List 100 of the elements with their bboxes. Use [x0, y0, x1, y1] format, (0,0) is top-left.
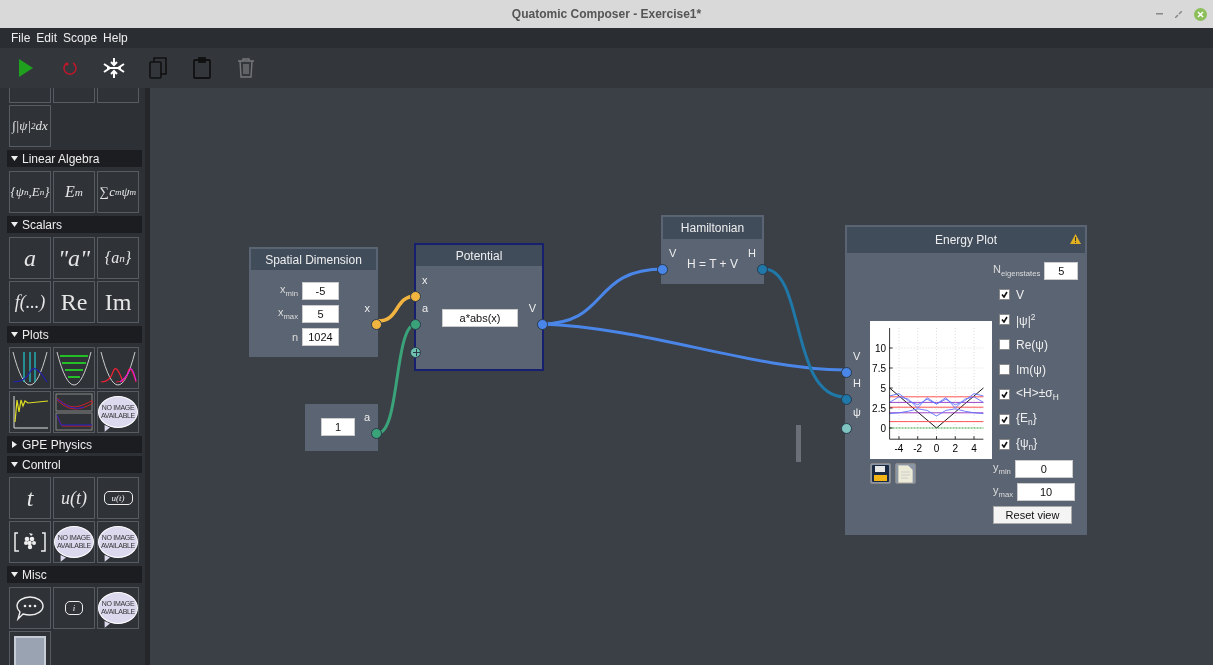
section-header[interactable]: GPE Physics — [7, 436, 142, 453]
vertical-bar — [796, 425, 801, 462]
reset-view-button[interactable]: Reset view — [993, 506, 1072, 524]
port-dot[interactable] — [841, 423, 852, 434]
palette-tile[interactable] — [9, 587, 51, 629]
tick-label: 5 — [880, 382, 886, 394]
input-field[interactable]: 5 — [1044, 262, 1079, 280]
port-dot[interactable] — [410, 319, 421, 330]
square-icon — [14, 636, 46, 665]
option-label: Im(ψ) — [1016, 362, 1046, 377]
clipboard-icon[interactable] — [193, 57, 211, 79]
checkbox[interactable] — [999, 339, 1010, 350]
tick-label: 4 — [971, 443, 977, 454]
port-label: V — [669, 247, 677, 259]
document-icon — [898, 464, 913, 483]
window-title: Quatomic Composer - Exercise1* — [511, 7, 702, 21]
section-header[interactable]: Plots — [7, 326, 142, 343]
tick-label: 7.5 — [872, 362, 886, 374]
input-field[interactable]: -5 — [302, 282, 339, 300]
node-title: Energy Plot — [934, 233, 997, 247]
input-field[interactable]: 1024 — [302, 328, 339, 346]
port-dot[interactable] — [371, 428, 382, 439]
port-label: ψ — [853, 406, 861, 418]
palette-tile[interactable] — [53, 391, 95, 433]
port-dot[interactable] — [410, 291, 421, 302]
field-label: n — [291, 331, 298, 343]
section-header[interactable]: Linear Algebra — [7, 150, 142, 167]
disclosure-icon — [11, 461, 18, 468]
checkbox[interactable] — [999, 314, 1010, 325]
play-icon[interactable] — [19, 59, 33, 77]
port-dot[interactable] — [841, 367, 852, 378]
palette-tile[interactable]: a — [9, 237, 51, 279]
save-button[interactable] — [870, 463, 891, 484]
port-label: V — [853, 350, 861, 362]
maximize-icon[interactable] — [1175, 10, 1182, 18]
input-field[interactable]: 10 — [1017, 483, 1076, 501]
tick-label: -4 — [894, 443, 904, 454]
collapse-icon[interactable] — [103, 58, 125, 78]
palette-tile[interactable]: f(...) — [9, 281, 51, 323]
section-header[interactable]: Control — [7, 456, 142, 473]
loop-label: i — [64, 601, 84, 615]
port-dot[interactable] — [371, 319, 382, 330]
option-label: <H>±σ$_{H}$ — [1016, 386, 1059, 403]
palette-tile[interactable] — [9, 521, 51, 563]
disclosure-icon — [11, 571, 18, 578]
checkbox[interactable] — [999, 439, 1010, 450]
tick-label: 2 — [952, 443, 959, 454]
checkbox[interactable] — [999, 364, 1010, 375]
checkbox[interactable] — [999, 414, 1010, 425]
field-label: N$_{eigenstates}$ — [993, 263, 1041, 279]
menu-item[interactable]: Help — [100, 31, 131, 45]
field-label: y$_{min}$ — [993, 461, 1011, 477]
close-icon[interactable] — [1194, 7, 1207, 21]
section-header[interactable]: Scalars — [7, 216, 142, 233]
tick-label: 10 — [874, 342, 886, 354]
palette-tile[interactable]: u(t) — [97, 477, 139, 519]
port-label: H — [853, 377, 861, 389]
palette-tile[interactable]: Re — [53, 281, 95, 323]
palette-tile[interactable]: u(t) — [53, 477, 95, 519]
node-title: Spatial Dimension — [265, 252, 362, 267]
palette-tile[interactable] — [9, 347, 51, 389]
field-label: x$_{max}$ — [277, 306, 298, 322]
port-dot[interactable] — [537, 319, 548, 330]
reset-icon[interactable] — [63, 61, 77, 75]
disclosure-icon — [11, 155, 18, 162]
menu-item[interactable]: Edit — [33, 31, 61, 45]
palette-tile[interactable]: t — [9, 477, 51, 519]
port-dot[interactable] — [841, 394, 852, 405]
port-label: x — [364, 302, 370, 314]
tick-label: -2 — [913, 443, 923, 454]
palette-tile[interactable]: i — [53, 587, 95, 629]
menu-item[interactable]: Scope — [60, 31, 101, 45]
disclosure-icon — [11, 441, 18, 448]
option-label: {ψ$_{n}$} — [1016, 436, 1038, 453]
palette-tile[interactable] — [9, 391, 51, 433]
input-field[interactable]: 0 — [1014, 460, 1073, 478]
expression-field[interactable]: a*abs(x) — [442, 309, 518, 327]
option-label: {E$_{n}$} — [1016, 411, 1037, 428]
port-label: a — [363, 411, 370, 423]
checkbox[interactable] — [999, 289, 1010, 300]
port-label: a — [422, 302, 429, 314]
formula-text: H = T + V — [686, 257, 739, 271]
port-dot[interactable] — [757, 264, 768, 275]
node-title: Hamiltonian — [680, 221, 745, 235]
palette-tile[interactable]: Im — [97, 281, 139, 323]
input-field[interactable]: 1 — [321, 418, 355, 436]
palette-tile[interactable]: "a" — [53, 237, 95, 279]
palette-tile[interactable] — [97, 347, 139, 389]
field-label: y$_{max}$ — [993, 484, 1014, 500]
option-label: V — [1016, 287, 1024, 302]
port-label: H — [748, 247, 756, 259]
section-header[interactable]: Misc — [7, 566, 142, 583]
checkbox[interactable] — [999, 389, 1010, 400]
port-dot[interactable] — [657, 264, 668, 275]
menu-item[interactable]: File — [8, 31, 34, 45]
palette-tile[interactable] — [53, 347, 95, 389]
loop-label: u(t) — [103, 491, 133, 505]
palette-tile[interactable] — [9, 631, 51, 665]
tick-label: 2.5 — [872, 402, 886, 414]
input-field[interactable]: 5 — [302, 305, 339, 323]
